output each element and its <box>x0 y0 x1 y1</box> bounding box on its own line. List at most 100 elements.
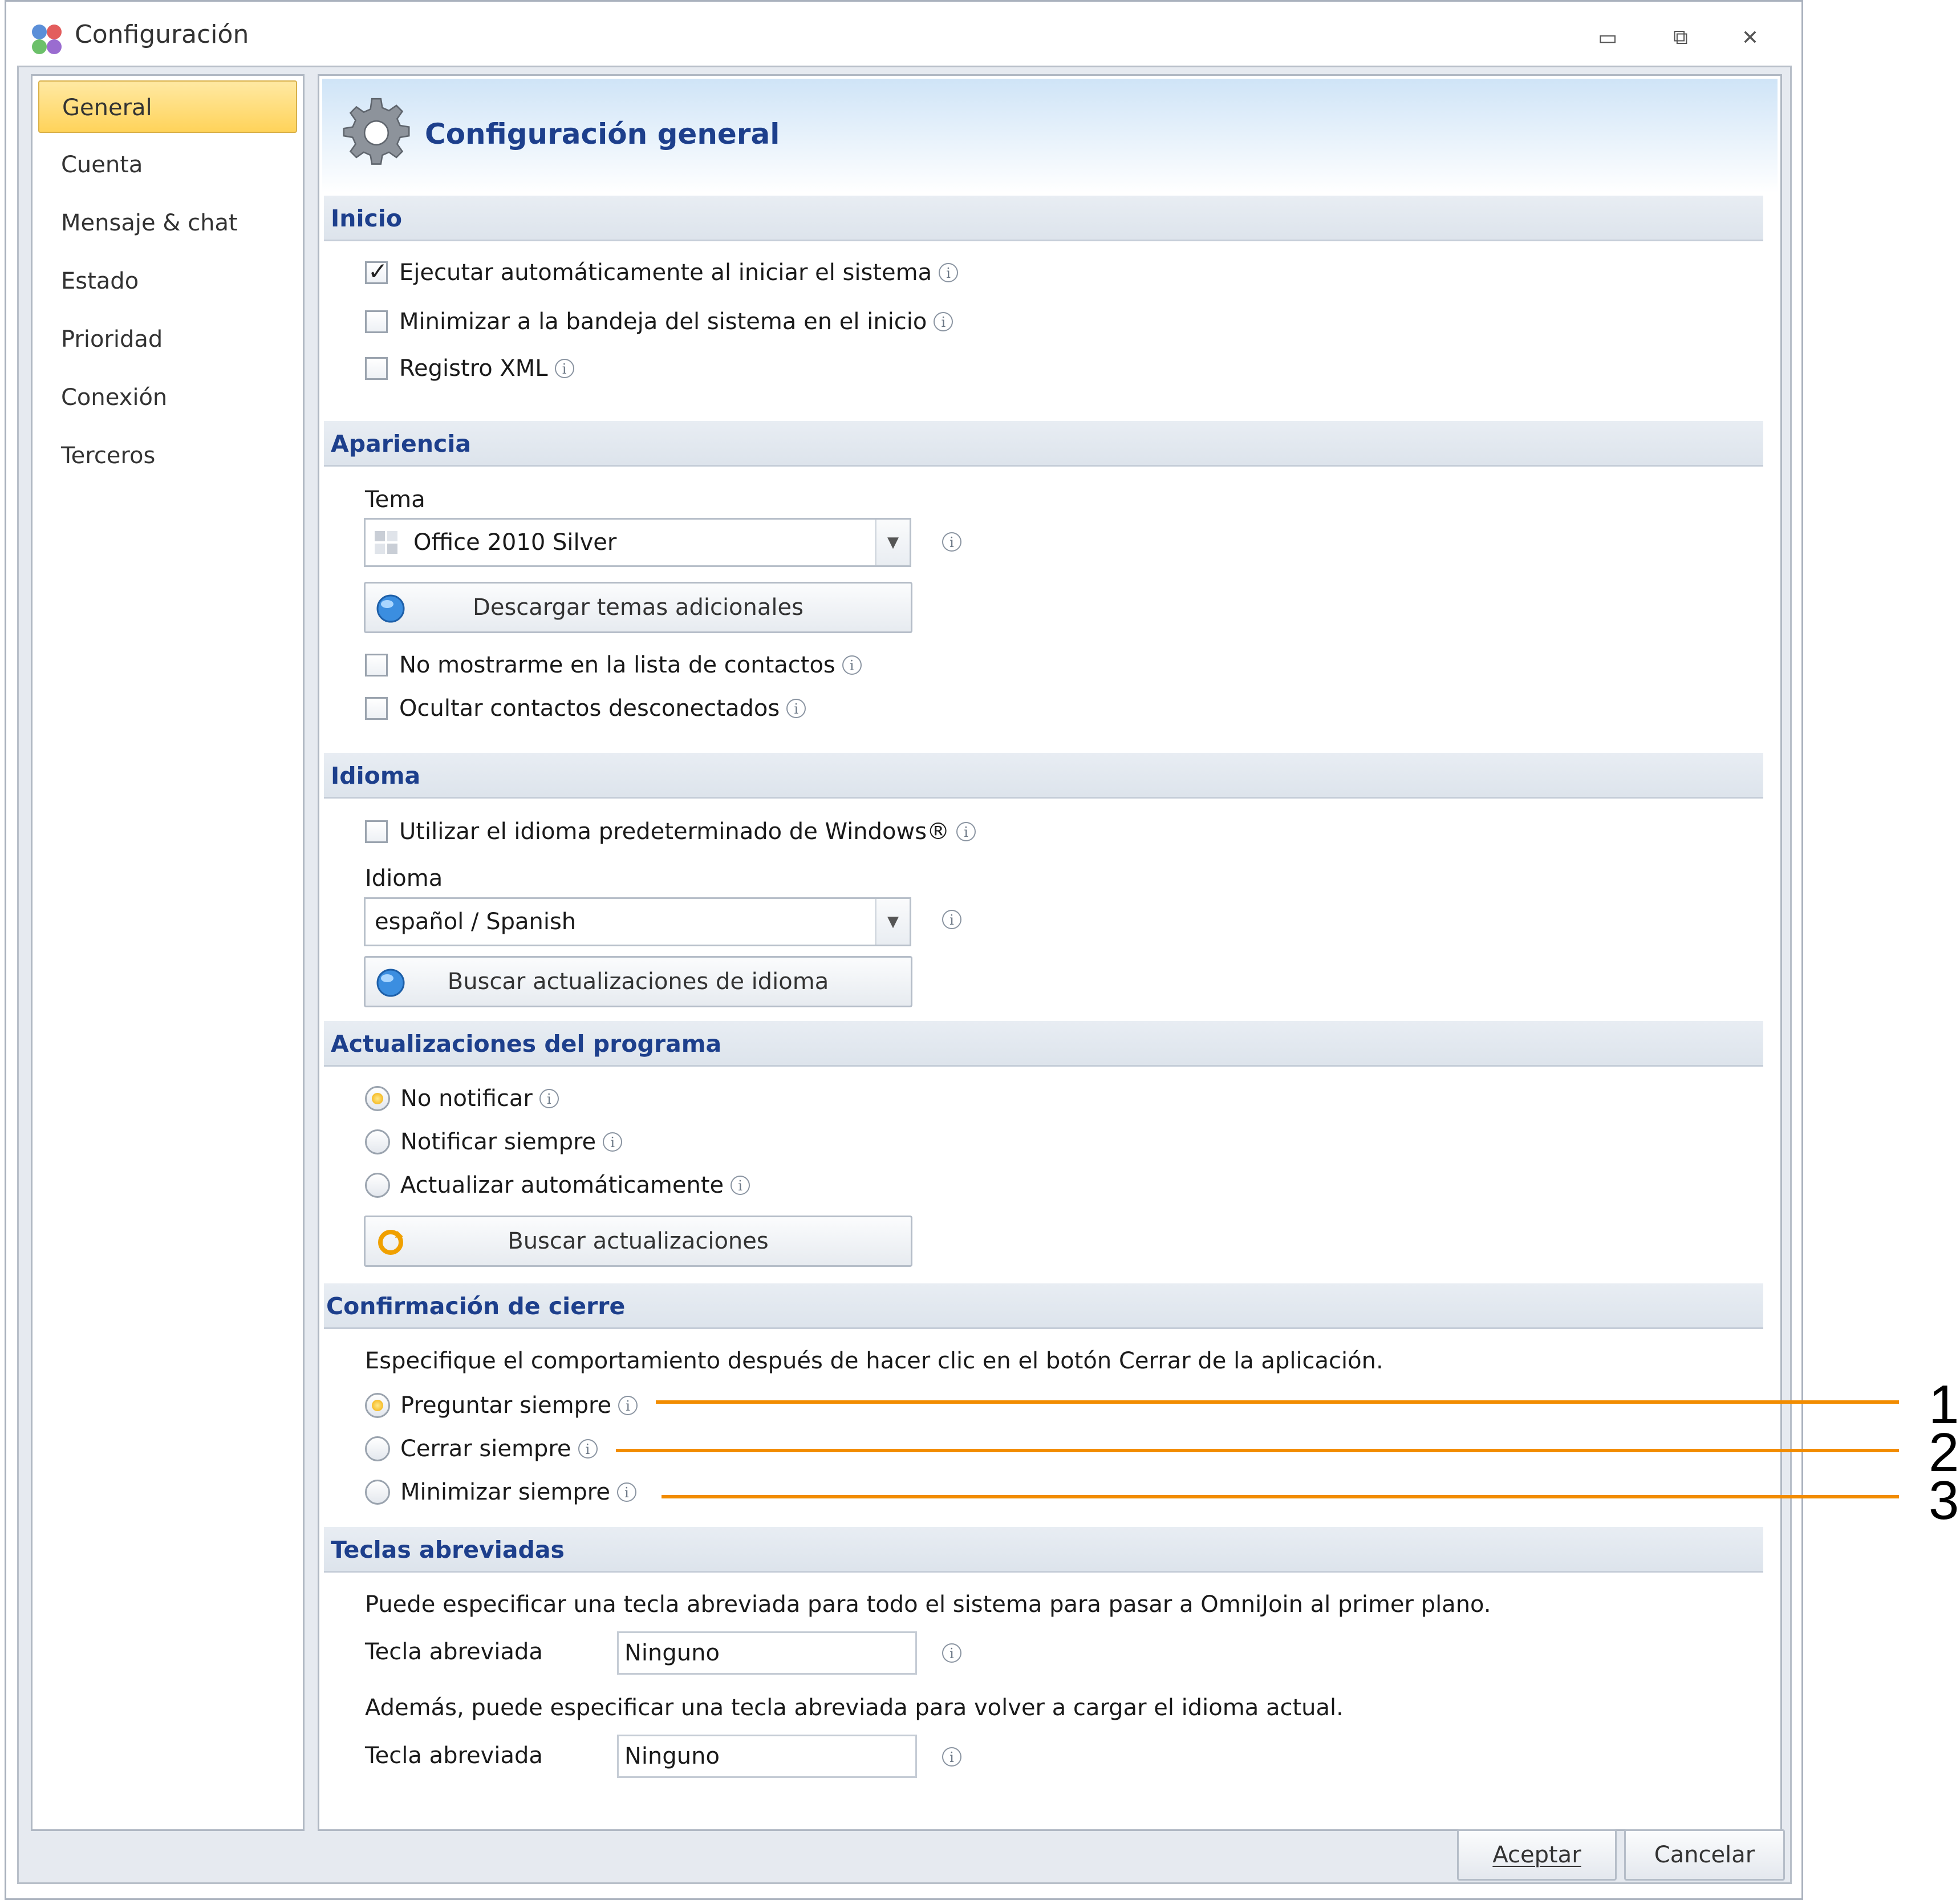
sidebar-item-conexion[interactable]: Conexión <box>38 371 297 424</box>
section-cierre-header: Confirmación de cierre <box>324 1283 1763 1329</box>
checkbox-xml-log[interactable]: Registro XML i <box>365 355 574 382</box>
radio-auto-update-label: Actualizar automáticamente <box>400 1172 724 1198</box>
hotkey-1-input[interactable]: Ninguno <box>617 1631 917 1675</box>
callout-line-2 <box>616 1449 1899 1452</box>
radio-minimize-always-button[interactable] <box>365 1480 390 1505</box>
info-icon[interactable]: i <box>939 263 959 282</box>
info-icon[interactable]: i <box>942 1747 961 1767</box>
checkbox-hide-offline-label: Ocultar contactos desconectados <box>399 695 780 722</box>
refresh-icon <box>378 1230 403 1255</box>
download-themes-button[interactable]: Descargar temas adicionales <box>364 582 912 633</box>
hotkey-description-2: Además, puede especificar una tecla abre… <box>365 1695 1344 1721</box>
minimize-button[interactable]: ▭ <box>1592 23 1624 52</box>
tema-select[interactable]: Office 2010 Silver ▼ <box>364 518 911 567</box>
globe-icon <box>376 594 405 623</box>
section-idioma-header: Idioma <box>324 753 1763 799</box>
radio-auto-update-button[interactable] <box>365 1173 390 1198</box>
info-icon[interactable]: i <box>942 910 961 929</box>
restore-button[interactable]: ⧉ <box>1665 23 1697 52</box>
checkbox-autostart[interactable]: Ejecutar automáticamente al iniciar el s… <box>365 257 959 286</box>
checkbox-xml-log-label: Registro XML <box>399 355 548 382</box>
checkbox-minimize-tray-label: Minimizar a la bandeja del sistema en el… <box>399 309 927 335</box>
info-icon[interactable]: i <box>786 699 806 718</box>
checkbox-hide-me-label: No mostrarme en la lista de contactos <box>399 652 835 678</box>
info-icon[interactable]: i <box>731 1176 750 1195</box>
radio-no-notify-label: No notificar <box>400 1085 533 1112</box>
cierre-description: Especifique el comportamiento después de… <box>365 1348 1383 1374</box>
radio-ask-always-button[interactable] <box>365 1393 390 1418</box>
sidebar-item-estado[interactable]: Estado <box>38 255 297 307</box>
radio-no-notify-button[interactable] <box>365 1086 390 1111</box>
info-icon[interactable]: i <box>539 1089 559 1108</box>
sidebar: General Cuenta Mensaje & chat Estado Pri… <box>31 74 305 1831</box>
panel-header: Configuración general <box>322 79 1778 193</box>
close-button[interactable]: ✕ <box>1734 23 1766 52</box>
sidebar-item-prioridad[interactable]: Prioridad <box>38 313 297 366</box>
tema-label: Tema <box>365 487 425 513</box>
window-title: Configuración <box>75 20 249 49</box>
info-icon[interactable]: i <box>603 1132 623 1152</box>
title-bar[interactable]: Configuración ▭ ⧉ ✕ <box>6 2 1803 64</box>
idioma-select-value: español / Spanish <box>375 909 577 935</box>
section-apariencia-header: Apariencia <box>324 421 1763 467</box>
download-themes-label: Descargar temas adicionales <box>473 594 804 621</box>
checkbox-hide-offline[interactable]: Ocultar contactos desconectados i <box>365 695 806 722</box>
info-icon[interactable]: i <box>942 532 961 552</box>
radio-close-always[interactable]: Cerrar siempre i <box>365 1436 598 1462</box>
theme-icon <box>375 531 397 554</box>
chevron-down-icon[interactable]: ▼ <box>875 899 910 945</box>
hotkey-description-1: Puede especificar una tecla abreviada pa… <box>365 1591 1491 1618</box>
checkbox-minimize-tray-box[interactable] <box>365 310 388 333</box>
radio-ask-always-label: Preguntar siempre <box>400 1392 612 1419</box>
radio-auto-update[interactable]: Actualizar automáticamente i <box>365 1172 750 1198</box>
app-icon <box>32 25 62 54</box>
checkbox-windows-language-box[interactable] <box>365 820 388 843</box>
idioma-label: Idioma <box>365 865 443 892</box>
hotkey-2-input[interactable]: Ninguno <box>617 1735 917 1778</box>
info-icon[interactable]: i <box>842 655 862 675</box>
info-icon[interactable]: i <box>618 1396 638 1415</box>
radio-close-always-label: Cerrar siempre <box>400 1436 571 1462</box>
info-icon[interactable]: i <box>578 1439 598 1459</box>
gear-icon <box>343 98 410 165</box>
checkbox-windows-language[interactable]: Utilizar el idioma predeterminado de Win… <box>365 819 976 845</box>
chevron-down-icon[interactable]: ▼ <box>875 520 910 565</box>
section-actualizaciones-header: Actualizaciones del programa <box>324 1021 1763 1067</box>
radio-minimize-always-label: Minimizar siempre <box>400 1479 610 1505</box>
page-title: Configuración general <box>425 118 780 151</box>
radio-always-notify-button[interactable] <box>365 1129 390 1154</box>
info-icon[interactable]: i <box>942 1643 961 1663</box>
hotkey-2-label: Tecla abreviada <box>365 1743 543 1769</box>
radio-ask-always[interactable]: Preguntar siempre i <box>365 1392 638 1419</box>
checkbox-minimize-tray[interactable]: Minimizar a la bandeja del sistema en el… <box>365 309 953 335</box>
sidebar-item-cuenta[interactable]: Cuenta <box>38 139 297 191</box>
checkbox-hide-me-box[interactable] <box>365 654 388 676</box>
accept-button[interactable]: Aceptar <box>1457 1829 1617 1881</box>
hotkey-1-label: Tecla abreviada <box>365 1639 543 1665</box>
info-icon[interactable]: i <box>554 359 574 378</box>
sidebar-item-general[interactable]: General <box>38 80 297 133</box>
radio-minimize-always[interactable]: Minimizar siempre i <box>365 1479 636 1505</box>
language-updates-label: Buscar actualizaciones de idioma <box>447 969 829 995</box>
info-icon[interactable]: i <box>616 1482 636 1502</box>
radio-always-notify-label: Notificar siempre <box>400 1129 596 1155</box>
settings-panel: Configuración general Inicio Ejecutar au… <box>318 74 1782 1831</box>
info-icon[interactable]: i <box>956 822 976 841</box>
info-icon[interactable]: i <box>934 312 953 331</box>
checkbox-hide-offline-box[interactable] <box>365 697 388 720</box>
section-inicio-header: Inicio <box>324 196 1763 241</box>
checkbox-xml-log-box[interactable] <box>365 357 388 380</box>
sidebar-item-terceros[interactable]: Terceros <box>38 430 297 482</box>
radio-close-always-button[interactable] <box>365 1436 390 1461</box>
sidebar-item-mensaje-chat[interactable]: Mensaje & chat <box>38 197 297 249</box>
radio-always-notify[interactable]: Notificar siempre i <box>365 1129 623 1155</box>
checkbox-hide-me[interactable]: No mostrarme en la lista de contactos i <box>365 652 862 678</box>
language-updates-button[interactable]: Buscar actualizaciones de idioma <box>364 956 912 1007</box>
cancel-button[interactable]: Cancelar <box>1624 1829 1785 1881</box>
section-teclas-header: Teclas abreviadas <box>324 1527 1763 1573</box>
check-updates-button[interactable]: Buscar actualizaciones <box>364 1216 912 1267</box>
idioma-select[interactable]: español / Spanish ▼ <box>364 897 911 946</box>
tema-select-value: Office 2010 Silver <box>413 529 617 556</box>
checkbox-autostart-box[interactable] <box>365 257 388 285</box>
radio-no-notify[interactable]: No notificar i <box>365 1085 559 1112</box>
